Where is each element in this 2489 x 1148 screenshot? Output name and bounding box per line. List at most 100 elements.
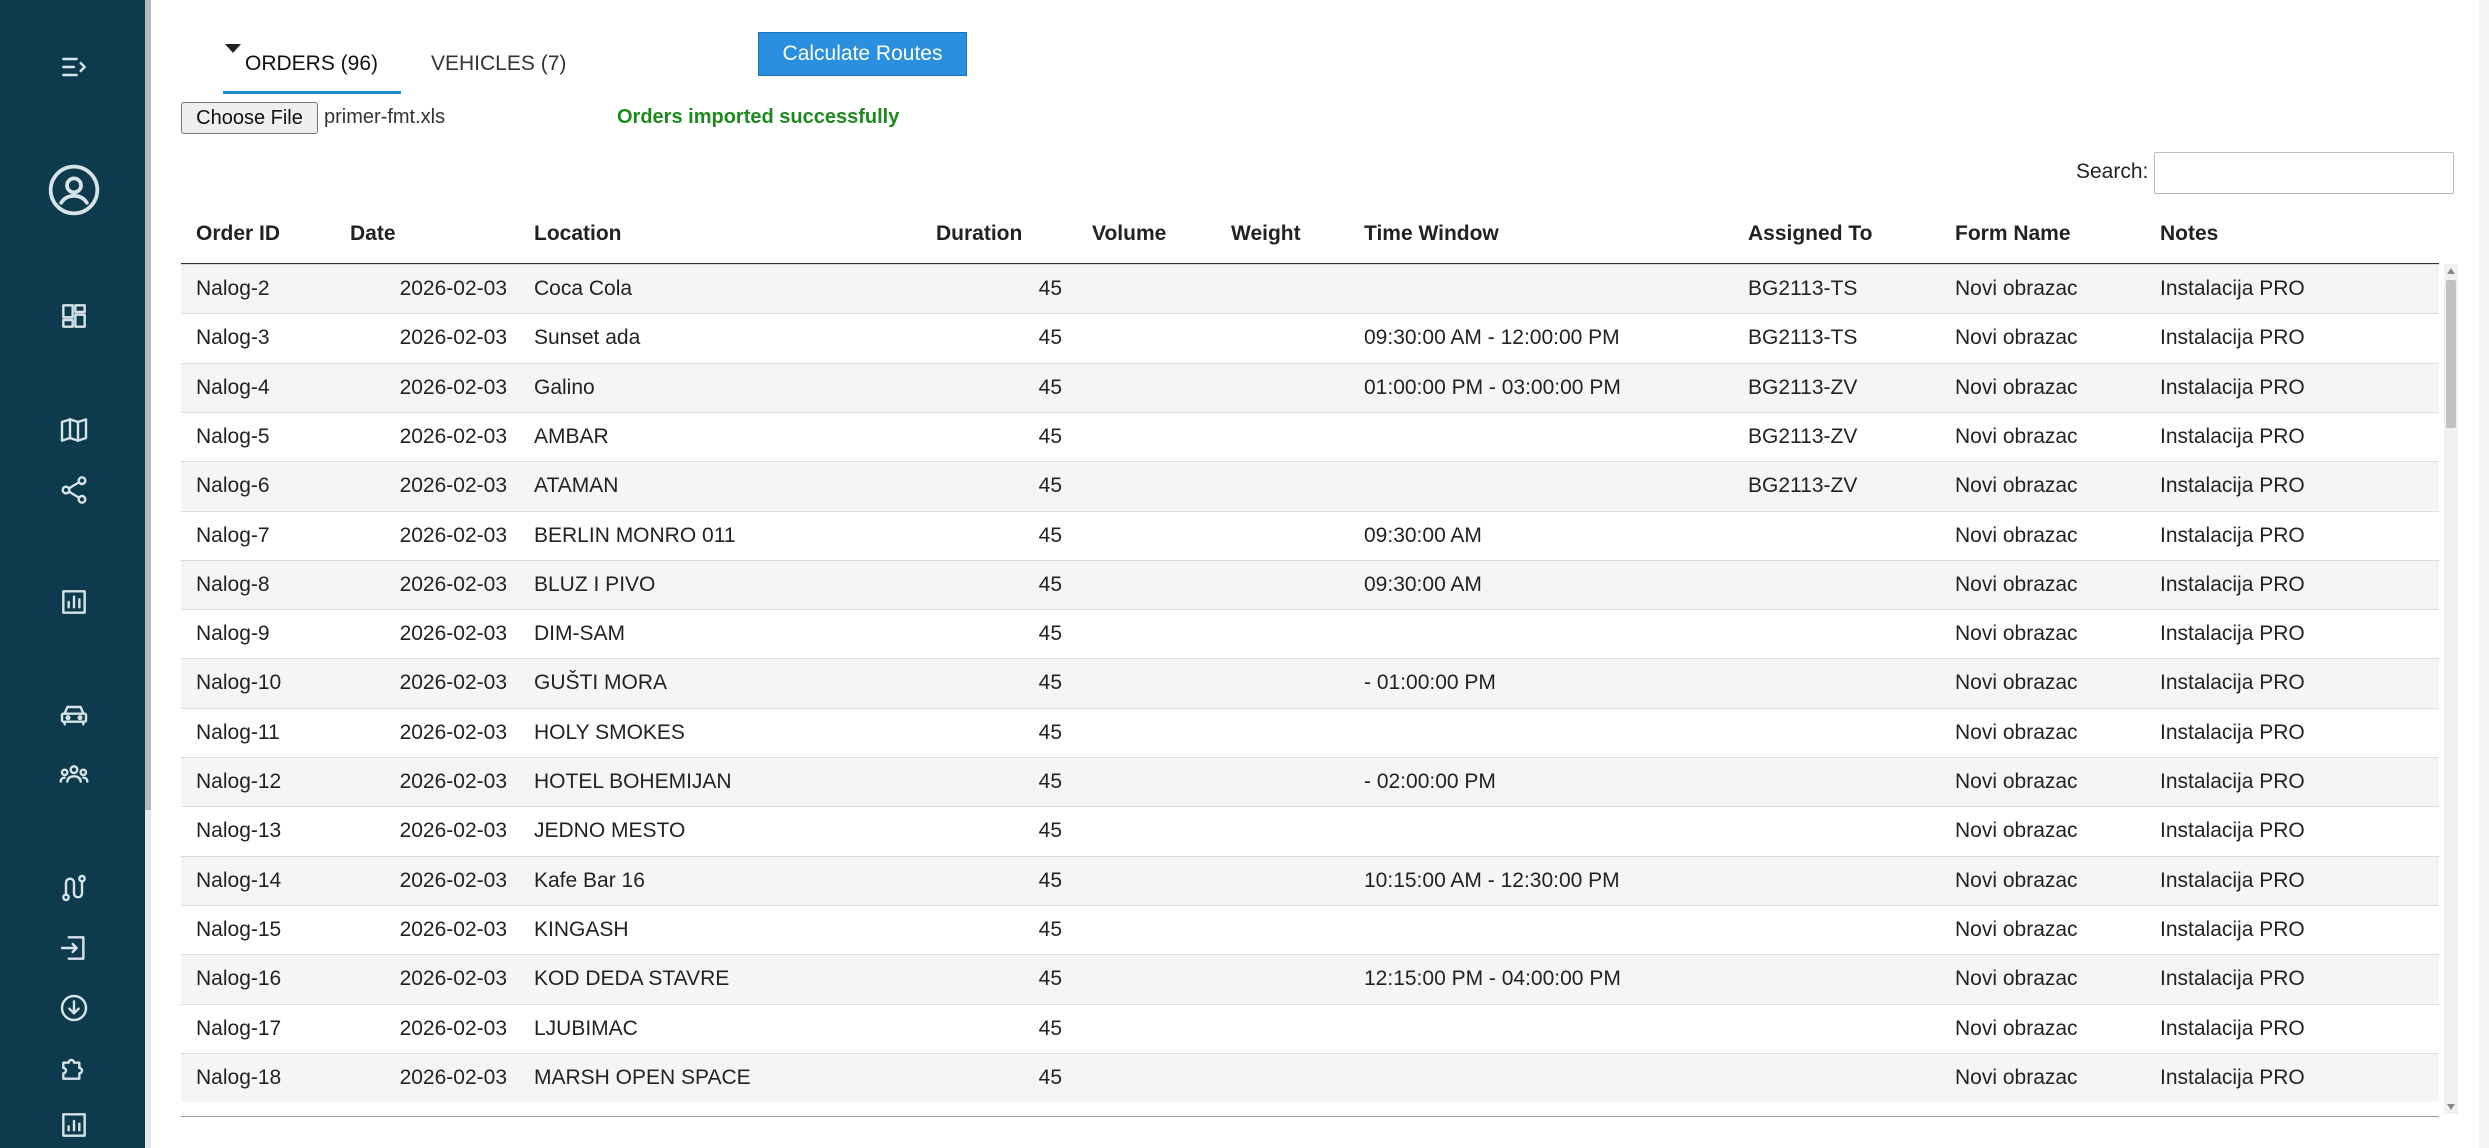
cell-duration: 45 (1038, 277, 1062, 300)
import-icon[interactable] (49, 923, 99, 973)
cell-form-name: Novi obrazac (1955, 622, 2078, 646)
cell-order-id: Nalog-17 (196, 1016, 282, 1040)
column-header-assigned-to[interactable]: Assigned To (1748, 222, 1872, 246)
cell-date: 2026-02-03 (399, 1016, 507, 1040)
table-row[interactable]: Nalog-2 2026-02-03 Coca Cola 45 BG2113-TS Nov… (181, 264, 2439, 314)
table-row[interactable]: Nalog-18 2026-02-03 MARSH OPEN SPACE 45 Novi… (181, 1052, 2439, 1103)
cell-duration: 45 (1038, 523, 1062, 547)
cell-location: Kafe Bar 16 (534, 868, 645, 892)
menu-collapse-icon[interactable] (49, 42, 99, 92)
route-icon[interactable] (49, 863, 99, 913)
table-row[interactable]: Nalog-5 2026-02-03 AMBAR 45 BG2113-ZV Novi ob… (181, 411, 2439, 461)
column-header-time-window[interactable]: Time Window (1364, 222, 1499, 246)
cell-order-id: Nalog-14 (196, 868, 282, 892)
cell-time-window: 09:30:00 AM (1364, 523, 1482, 547)
cell-form-name: Novi obrazac (1955, 375, 2078, 399)
cell-date: 2026-02-03 (399, 1065, 507, 1089)
table-scrollbar[interactable] (2444, 264, 2458, 1114)
cell-notes: Instalacija PRO (2160, 474, 2305, 498)
tab-vehicles[interactable]: VEHICLES (7) (409, 38, 588, 94)
cell-location: DIM-SAM (534, 622, 625, 646)
extension-icon[interactable] (49, 1043, 99, 1093)
cell-notes: Instalacija PRO (2160, 424, 2305, 448)
cell-form-name: Novi obrazac (1955, 474, 2078, 498)
cell-date: 2026-02-03 (399, 474, 507, 498)
cell-time-window: 10:15:00 AM - 12:30:00 PM (1364, 868, 1620, 892)
selected-file-name: primer-fmt.xls (324, 106, 446, 128)
table-row[interactable]: Nalog-3 2026-02-03 Sunset ada 45 09:30:00 AM… (181, 313, 2439, 362)
cell-duration: 45 (1038, 326, 1062, 350)
cell-duration: 45 (1038, 720, 1062, 744)
cell-duration: 45 (1038, 1065, 1062, 1089)
cell-notes: Instalacija PRO (2160, 967, 2305, 991)
cell-order-id: Nalog-9 (196, 622, 270, 646)
cell-order-id: Nalog-18 (196, 1065, 282, 1089)
column-header-order-id[interactable]: Order ID (196, 222, 280, 246)
analytics-icon[interactable] (49, 577, 99, 627)
cell-time-window: 09:30:00 AM (1364, 572, 1482, 596)
calculate-routes-button[interactable]: Calculate Routes (758, 32, 967, 76)
cell-order-id: Nalog-2 (196, 277, 270, 300)
cell-notes: Instalacija PRO (2160, 622, 2305, 646)
user-profile-icon[interactable] (44, 160, 104, 220)
table-row[interactable]: Nalog-17 2026-02-03 LJUBIMAC 45 Novi obrazac… (181, 1003, 2439, 1053)
dashboard-icon[interactable] (49, 291, 99, 341)
table-row[interactable]: Nalog-7 2026-02-03 BERLIN MONRO 011 45 09:30… (181, 510, 2439, 560)
cell-location: Galino (534, 375, 595, 399)
cell-duration: 45 (1038, 770, 1062, 793)
cell-date: 2026-02-03 (399, 424, 507, 448)
cell-form-name: Novi obrazac (1955, 917, 2078, 941)
cell-form-name: Novi obrazac (1955, 967, 2078, 991)
share-icon[interactable] (49, 465, 99, 515)
car-icon[interactable] (49, 690, 99, 740)
report-icon[interactable] (49, 1100, 99, 1148)
table-row[interactable]: Nalog-16 2026-02-03 KOD DEDA STAVRE 45 12:15… (181, 954, 2439, 1004)
scroll-down-icon[interactable] (2447, 1104, 2455, 1110)
table-row[interactable]: Nalog-10 2026-02-03 GUŠTI MORA 45 - 01:00:00… (181, 658, 2439, 708)
cell-time-window: - 02:00:00 PM (1364, 770, 1496, 793)
page-scrollbar[interactable] (2479, 0, 2489, 1148)
table-row[interactable]: Nalog-11 2026-02-03 HOLY SMOKES 45 Novi obra… (181, 707, 2439, 757)
cell-duration: 45 (1038, 424, 1062, 448)
cell-form-name: Novi obrazac (1955, 326, 2078, 350)
table-scrollbar-thumb[interactable] (2446, 280, 2456, 428)
table-row[interactable]: Nalog-6 2026-02-03 ATAMAN 45 BG2113-ZV Novi o… (181, 461, 2439, 511)
column-header-duration[interactable]: Duration (936, 222, 1022, 246)
search-label: Search: (2076, 160, 2149, 183)
table-row[interactable]: Nalog-15 2026-02-03 KINGASH 45 Novi obrazac I… (181, 904, 2439, 954)
cell-location: MARSH OPEN SPACE (534, 1065, 751, 1089)
map-icon[interactable] (49, 405, 99, 455)
cell-time-window: - 01:00:00 PM (1364, 671, 1496, 695)
cell-order-id: Nalog-16 (196, 967, 282, 991)
cell-location: LJUBIMAC (534, 1016, 638, 1040)
cell-notes: Instalacija PRO (2160, 819, 2305, 843)
column-header-date[interactable]: Date (350, 222, 396, 246)
column-header-volume[interactable]: Volume (1092, 222, 1166, 246)
cell-date: 2026-02-03 (399, 819, 507, 843)
cell-date: 2026-02-03 (399, 326, 507, 350)
table-row[interactable]: Nalog-4 2026-02-03 Galino 45 01:00:00 PM - 0… (181, 362, 2439, 412)
column-header-weight[interactable]: Weight (1231, 222, 1301, 246)
table-row[interactable]: Nalog-14 2026-02-03 Kafe Bar 16 45 10:15:00 … (181, 855, 2439, 905)
column-header-location[interactable]: Location (534, 222, 622, 246)
cell-form-name: Novi obrazac (1955, 720, 2078, 744)
table-row[interactable]: Nalog-12 2026-02-03 HOTEL BOHEMIJAN 45 - 02:… (181, 757, 2439, 807)
table-body: Nalog-2 2026-02-03 Coca Cola 45 BG2113-TS Nov… (181, 264, 2439, 1106)
table-row[interactable]: Nalog-8 2026-02-03 BLUZ I PIVO 45 09:30:00 A… (181, 559, 2439, 610)
orders-table: Order ID Date Location Duration Volume W… (181, 212, 2468, 1118)
tab-orders[interactable]: ORDERS (96) (223, 38, 401, 94)
sidebar (0, 0, 145, 1148)
cell-location: JEDNO MESTO (534, 819, 686, 843)
cell-time-window: 09:30:00 AM - 12:00:00 PM (1364, 326, 1620, 350)
table-row[interactable]: Nalog-13 2026-02-03 JEDNO MESTO 45 Novi obra… (181, 806, 2439, 855)
team-icon[interactable] (49, 750, 99, 800)
scroll-up-icon[interactable] (2447, 268, 2455, 274)
download-icon[interactable] (49, 983, 99, 1033)
column-header-notes[interactable]: Notes (2160, 222, 2218, 246)
cell-duration: 45 (1038, 474, 1062, 498)
column-header-form-name[interactable]: Form Name (1955, 222, 2071, 246)
search-input[interactable] (2154, 152, 2454, 194)
table-bottom-border (181, 1116, 2439, 1117)
choose-file-button[interactable]: Choose File (181, 102, 318, 134)
table-row[interactable]: Nalog-9 2026-02-03 DIM-SAM 45 Novi obrazac In… (181, 609, 2439, 658)
